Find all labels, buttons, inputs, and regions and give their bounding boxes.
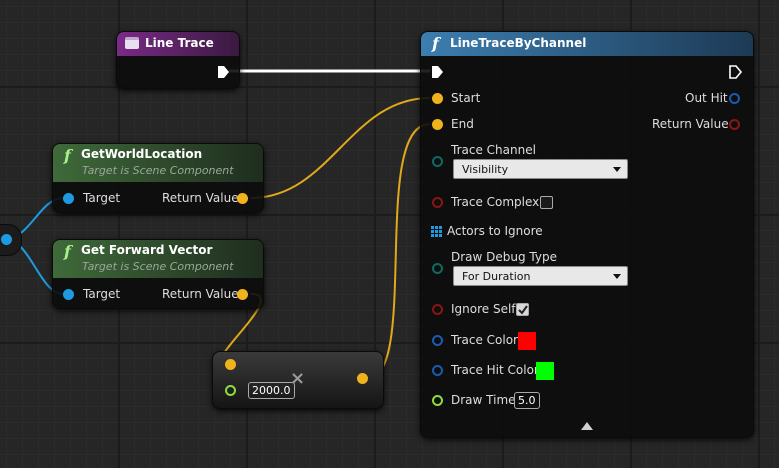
return-value-label: Return Value: [652, 117, 729, 131]
trace-channel-pin[interactable]: [432, 156, 443, 167]
trace-hit-color-swatch[interactable]: [536, 362, 554, 380]
function-icon: f: [64, 242, 71, 261]
vector-input-pin[interactable]: [225, 359, 236, 370]
float-value-input[interactable]: 2000.0: [248, 382, 295, 399]
draw-time-label: Draw Time: [451, 393, 516, 407]
line-trace-by-channel-node[interactable]: f LineTraceByChannel Start Out Hit End R…: [420, 31, 754, 438]
trace-complex-label: Trace Complex: [451, 195, 540, 209]
get-forward-vector-header: f Get Forward Vector Target is Scene Com…: [53, 240, 263, 278]
trace-channel-label: Trace Channel: [451, 143, 536, 157]
return-value-label: Return Value: [162, 191, 239, 205]
trace-channel-value: Visibility: [462, 163, 509, 176]
draw-debug-type-label: Draw Debug Type: [451, 250, 557, 264]
end-pin[interactable]: [432, 119, 443, 130]
event-node-icon: [125, 37, 139, 49]
reroute-output-pin[interactable]: [1, 234, 12, 245]
target-pin[interactable]: [63, 193, 74, 204]
out-hit-pin[interactable]: [729, 93, 740, 104]
ignore-self-checkbox[interactable]: [516, 303, 529, 316]
actors-to-ignore-label: Actors to Ignore: [447, 224, 543, 238]
draw-time-pin[interactable]: [432, 395, 443, 406]
line-trace-node-header: Line Trace: [117, 32, 239, 56]
advanced-display-toggle-icon[interactable]: [581, 422, 593, 430]
ignore-self-pin[interactable]: [432, 304, 443, 315]
return-value-pin[interactable]: [237, 289, 248, 300]
return-value-pin[interactable]: [729, 119, 740, 130]
return-value-label: Return Value: [162, 287, 239, 301]
actors-to-ignore-array-icon[interactable]: [431, 226, 443, 238]
draw-time-input[interactable]: 5.0: [514, 392, 540, 409]
line-trace-title: Line Trace: [145, 36, 214, 50]
target-pin[interactable]: [63, 289, 74, 300]
start-label: Start: [451, 91, 481, 105]
function-icon: f: [64, 146, 71, 165]
chevron-down-icon: [613, 274, 621, 279]
function-icon: f: [432, 34, 439, 53]
trace-channel-dropdown[interactable]: Visibility: [453, 159, 628, 179]
multiply-icon: ×: [290, 368, 306, 389]
draw-debug-type-dropdown[interactable]: For Duration: [453, 266, 628, 286]
start-wire: [250, 97, 431, 199]
trace-color-pin[interactable]: [432, 335, 443, 346]
target-label: Target: [83, 287, 121, 301]
chevron-down-icon: [613, 167, 621, 172]
multiply-node[interactable]: 2000.0 ×: [212, 351, 384, 409]
return-value-pin[interactable]: [237, 193, 248, 204]
get-world-location-title: GetWorldLocation: [81, 147, 203, 161]
target-label: Target: [83, 191, 121, 205]
trace-node-title: LineTraceByChannel: [450, 36, 587, 50]
trace-color-label: Trace Color: [451, 333, 518, 347]
draw-debug-type-value: For Duration: [462, 270, 531, 283]
get-forward-vector-subtitle: Target is Scene Component: [82, 260, 234, 273]
checkmark-icon: [518, 305, 528, 315]
ignore-self-label: Ignore Self: [451, 302, 516, 316]
out-hit-label: Out Hit: [685, 91, 728, 105]
end-label: End: [451, 117, 474, 131]
draw-debug-type-pin[interactable]: [432, 263, 443, 274]
trace-hit-color-label: Trace Hit Color: [451, 363, 539, 377]
get-forward-vector-node[interactable]: f Get Forward Vector Target is Scene Com…: [52, 239, 264, 309]
get-world-location-header: f GetWorldLocation Target is Scene Compo…: [53, 144, 263, 182]
line-trace-event-node[interactable]: Line Trace: [116, 31, 240, 89]
trace-node-header: f LineTraceByChannel: [421, 32, 753, 56]
trace-complex-checkbox[interactable]: [540, 196, 553, 209]
trace-complex-pin[interactable]: [432, 197, 443, 208]
float-input-pin[interactable]: [225, 385, 236, 396]
exec-input-pin[interactable]: [431, 65, 445, 79]
get-world-location-subtitle: Target is Scene Component: [82, 164, 234, 177]
trace-hit-color-pin[interactable]: [432, 365, 443, 376]
start-pin[interactable]: [432, 93, 443, 104]
vector-output-pin[interactable]: [357, 373, 368, 384]
exec-output-pin[interactable]: [217, 65, 231, 79]
get-world-location-node[interactable]: f GetWorldLocation Target is Scene Compo…: [52, 143, 264, 213]
exec-output-pin[interactable]: [729, 65, 743, 79]
trace-color-swatch[interactable]: [518, 332, 536, 350]
get-forward-vector-title: Get Forward Vector: [81, 243, 213, 257]
